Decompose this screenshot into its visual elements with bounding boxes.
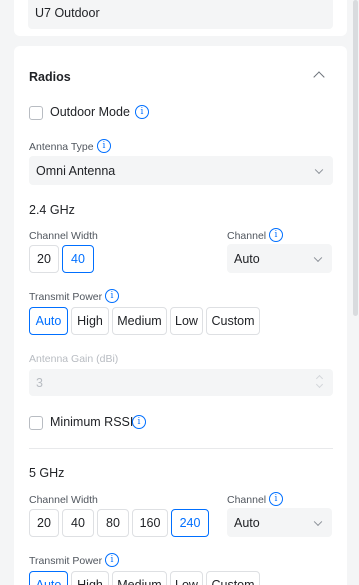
info-icon[interactable]: i (97, 139, 111, 153)
outdoor-mode-label: Outdoor Mode (50, 105, 130, 119)
band-5-transmit-power-group: Auto High Medium Low Custom (29, 571, 260, 585)
transmit-power-custom-button[interactable]: Custom (206, 571, 260, 585)
band-5-channel-select[interactable]: Auto (227, 508, 332, 537)
transmit-power-medium-button[interactable]: Medium (112, 307, 167, 335)
antenna-gain-input: 3 (29, 369, 333, 396)
transmit-power-auto-button[interactable]: Auto (29, 307, 68, 335)
chevron-down-icon (313, 517, 323, 526)
transmit-power-high-button[interactable]: High (71, 571, 109, 585)
chevron-down-icon (313, 253, 323, 262)
antenna-type-value: Omni Antenna (36, 163, 116, 178)
stepper-icon (315, 373, 324, 391)
band-5-channel-width-group: 20 40 80 160 240 (29, 509, 209, 537)
chevron-up-icon[interactable] (313, 71, 325, 83)
info-icon[interactable]: i (105, 553, 119, 567)
channel-label: Channel (227, 494, 267, 506)
channel-width-20-button[interactable]: 20 (29, 509, 59, 537)
antenna-gain-value: 3 (36, 375, 43, 390)
transmit-power-auto-button[interactable]: Auto (29, 571, 68, 585)
device-name-card: U7 Outdoor (14, 0, 347, 36)
transmit-power-low-button[interactable]: Low (170, 307, 203, 335)
transmit-power-high-button[interactable]: High (71, 307, 109, 335)
info-icon[interactable]: i (135, 105, 149, 119)
channel-width-label: Channel Width (29, 230, 98, 242)
channel-label: Channel (227, 230, 267, 242)
minimum-rssi-label: Minimum RSSI (50, 415, 134, 429)
band-divider (29, 448, 333, 449)
channel-width-40-button[interactable]: 40 (62, 245, 94, 273)
channel-value: Auto (234, 251, 260, 266)
band-24-channel-select[interactable]: Auto (227, 244, 332, 273)
band-24-channel-width-group: 20 40 (29, 245, 94, 273)
channel-value: Auto (234, 515, 260, 530)
band-5-title: 5 GHz (29, 466, 65, 480)
antenna-gain-label: Antenna Gain (dBi) (29, 353, 119, 365)
info-icon[interactable]: i (132, 415, 146, 429)
band-24-title: 2.4 GHz (29, 203, 75, 217)
transmit-power-medium-button[interactable]: Medium (112, 571, 167, 585)
band-24-transmit-power-group: Auto High Medium Low Custom (29, 307, 260, 335)
transmit-power-label: Transmit Power (29, 555, 103, 567)
transmit-power-low-button[interactable]: Low (170, 571, 203, 585)
transmit-power-label: Transmit Power (29, 291, 103, 303)
chevron-down-icon (314, 165, 324, 174)
info-icon[interactable]: i (105, 289, 119, 303)
device-name-value: U7 Outdoor (35, 6, 100, 20)
antenna-type-select[interactable]: Omni Antenna (29, 156, 333, 185)
info-icon[interactable]: i (269, 492, 283, 506)
scrollbar-thumb[interactable] (353, 0, 358, 316)
transmit-power-custom-button[interactable]: Custom (206, 307, 260, 335)
radios-section-title: Radios (29, 70, 71, 84)
radios-card: Radios Outdoor Mode i Antenna Type i Omn… (14, 46, 347, 585)
minimum-rssi-checkbox[interactable] (29, 416, 43, 430)
channel-width-40-button[interactable]: 40 (62, 509, 94, 537)
info-icon[interactable]: i (269, 228, 283, 242)
antenna-type-label: Antenna Type (29, 141, 94, 153)
channel-width-80-button[interactable]: 80 (97, 509, 129, 537)
device-name-input[interactable]: U7 Outdoor (28, 0, 333, 29)
channel-width-label: Channel Width (29, 494, 98, 506)
outdoor-mode-checkbox[interactable] (29, 106, 43, 120)
channel-width-160-button[interactable]: 160 (132, 509, 168, 537)
channel-width-240-button[interactable]: 240 (171, 509, 209, 537)
channel-width-20-button[interactable]: 20 (29, 245, 59, 273)
